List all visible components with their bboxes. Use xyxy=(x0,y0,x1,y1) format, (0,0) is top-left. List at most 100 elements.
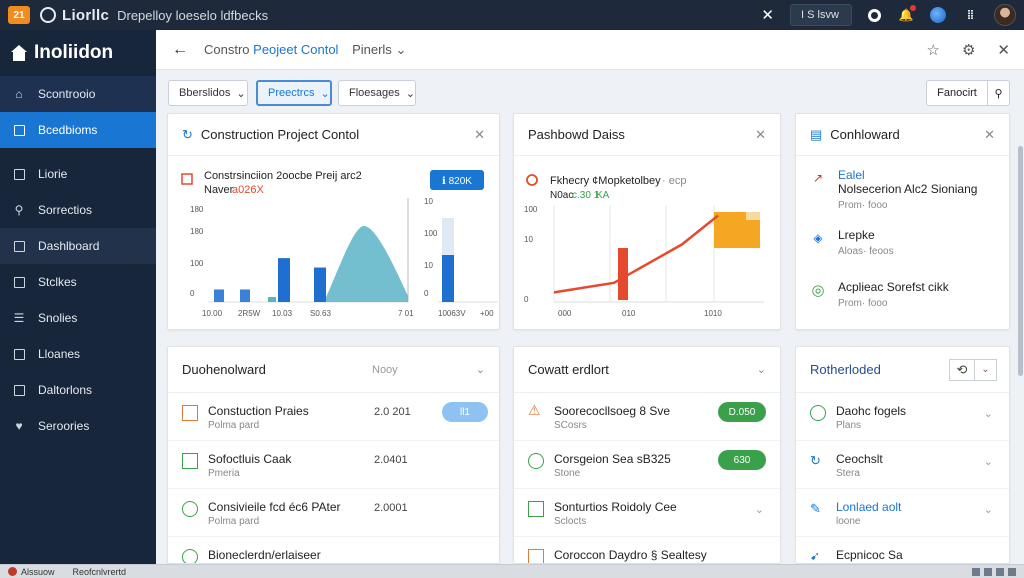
table-row[interactable]: Corsgeion Sea sB325 Stone 630 xyxy=(514,441,780,489)
sidebar-item-stclkes[interactable]: Stclkes xyxy=(0,264,156,300)
close-icon[interactable]: ✕ xyxy=(761,6,774,24)
row-title: Daohc fogels xyxy=(836,404,907,418)
taskbar-item[interactable]: Alssuow xyxy=(21,567,55,577)
chevron-down-icon[interactable]: ⌄ xyxy=(755,503,764,516)
close-icon[interactable]: ✕ xyxy=(474,127,485,143)
chevron-down-icon: ⌄ xyxy=(405,87,415,100)
close-icon[interactable]: ✕ xyxy=(755,127,766,143)
y-tick-label: 100 xyxy=(190,259,204,268)
search-box[interactable]: Fanocirt ⚲ xyxy=(926,80,1010,106)
tray-icon[interactable] xyxy=(972,567,980,576)
notification-bell-icon[interactable]: 🔔 xyxy=(898,5,916,23)
sidebar-item-lloanes[interactable]: Lloanes xyxy=(0,336,156,372)
chevron-down-icon[interactable]: ⌄ xyxy=(984,407,993,420)
taskbar-item[interactable]: Reofcnlvrertd xyxy=(73,567,127,577)
sidebar-item-daltorlons[interactable]: Daltorlons xyxy=(0,372,156,408)
app-brand: Liorllc xyxy=(62,6,110,24)
system-tray xyxy=(968,567,1016,576)
row-title: Bioneclerdn/erlaiseer xyxy=(208,548,321,562)
list-item[interactable]: ↻ Ceochslt Stera ⌄ xyxy=(796,441,1009,489)
breadcrumb-sub[interactable]: Pinerls xyxy=(352,42,392,57)
area-series xyxy=(324,226,408,302)
circle-icon[interactable] xyxy=(866,7,882,23)
scrollbar[interactable] xyxy=(1016,70,1024,564)
value-button-label: ℹ 820K xyxy=(442,176,472,187)
row-value: 2.0401 xyxy=(374,454,408,466)
list-item[interactable]: ✎ Lonlaed aolt loone ⌄ xyxy=(796,489,1009,537)
tray-icon[interactable] xyxy=(984,567,992,576)
search-icon[interactable]: ⚲ xyxy=(987,81,1009,105)
app-badge[interactable]: 21 xyxy=(8,6,30,24)
row-sub: Sclocts xyxy=(554,516,587,527)
sidebar-item-dashboard[interactable]: Dashlboard xyxy=(0,228,156,264)
card-search[interactable]: Nooy xyxy=(372,364,398,376)
back-arrow-icon[interactable]: ← xyxy=(172,41,188,59)
table-row[interactable]: Consivieile fcd éc6 PAter Polma pard 2.0… xyxy=(168,489,499,537)
app-icon[interactable] xyxy=(8,567,17,576)
close-icon[interactable]: ✕ xyxy=(997,41,1010,59)
sidebar-item-snolies[interactable]: ☰ Snolies xyxy=(0,300,156,336)
table-row[interactable]: Sofoctluis Caak Pmeria 2.0401 xyxy=(168,441,499,489)
globe-icon[interactable] xyxy=(930,7,946,23)
chevron-down-icon[interactable]: ⌄ xyxy=(984,503,993,516)
table-row[interactable]: Sonturtios Roidoly Cee Sclocts ⌄ xyxy=(514,489,780,537)
file-icon xyxy=(12,167,26,181)
chevron-down-icon[interactable]: ⌄ xyxy=(975,358,997,381)
list-item[interactable]: ◈ Lrepke Aloas· feoos xyxy=(796,216,1009,268)
sidebar-brand[interactable]: Inoliidon xyxy=(0,30,156,76)
chevron-down-icon[interactable]: ⌄ xyxy=(476,363,485,376)
trend-chart: Fkhecry ¢Mopketolbey · ecp N0ac c.30 1 K… xyxy=(524,174,764,318)
filter-dropdown-2[interactable]: Preectrcs ⌄ xyxy=(256,80,332,106)
list-item[interactable]: ◎ Acplieac Sorefst cikk Prom· fooo xyxy=(796,268,1009,320)
sidebar-item-label: Stclkes xyxy=(38,275,77,289)
y-tick-label: 10 xyxy=(424,197,433,206)
sidebar-item-sorrectios[interactable]: ⚲ Sorrectios xyxy=(0,192,156,228)
status-pill[interactable]: D.050 xyxy=(718,402,766,422)
tray-icon[interactable] xyxy=(996,567,1004,576)
settings-gear-icon[interactable]: ⚙ xyxy=(962,41,975,59)
home-icon: ⌂ xyxy=(15,87,23,101)
sidebar: Inoliidon ⌂ Scontrooio Bcedbioms Liorie … xyxy=(0,30,156,564)
sidebar-item-seroories[interactable]: ♥ Seroories xyxy=(0,408,156,444)
top-search-input[interactable]: I S lsvw xyxy=(790,4,852,26)
chevron-down-icon[interactable]: ⌄ xyxy=(984,455,993,468)
filter-dropdown-1[interactable]: Bberslidos ⌄ xyxy=(168,80,248,106)
list-item[interactable]: Daohc fogels Plans ⌄ xyxy=(796,393,1009,441)
bar-mark xyxy=(214,289,224,302)
bar-mark xyxy=(618,248,628,300)
x-tick-label: 10.00 xyxy=(202,309,223,318)
more-dots-icon[interactable]: ⁞⁞ xyxy=(962,7,978,23)
list-item[interactable]: ↗ Ealel Nolsecerion Alc2 Sioniang Prom· … xyxy=(796,156,1009,211)
refresh-icon[interactable]: ⟲ xyxy=(949,358,975,381)
window-title: Drepelloy loeselo ldfbecks xyxy=(117,7,269,23)
sidebar-item-liorie[interactable]: Liorie xyxy=(0,156,156,192)
list-item[interactable]: ➹ Ecpnicoc Sa xyxy=(796,537,1009,563)
edit-icon: ✎ xyxy=(810,501,821,516)
user-avatar[interactable] xyxy=(994,4,1016,26)
filter-dropdown-3[interactable]: Floesages ⌄ xyxy=(338,80,416,106)
scrollbar-thumb[interactable] xyxy=(1018,146,1023,376)
tray-icon[interactable] xyxy=(1008,567,1016,576)
x-tick-label: 10063V xyxy=(438,309,466,318)
card-duohenolward: Duohenolward Nooy ⌄ Constuction Praies P… xyxy=(167,346,500,564)
table-row[interactable]: Bioneclerdn/erlaiseer xyxy=(168,537,499,563)
user-icon: ⚲ xyxy=(14,203,24,217)
card-header: ↻ Construction Project Contol ✕ xyxy=(168,114,499,156)
row-title: Lonlaed aolt xyxy=(836,500,902,514)
status-pill[interactable]: 630 xyxy=(718,450,766,470)
chevron-down-icon[interactable]: ⌄ xyxy=(395,42,406,57)
table-row[interactable]: Coroccon Daydro § Sealtesy xyxy=(514,537,780,563)
breadcrumb-prefix[interactable]: Constro xyxy=(204,42,250,57)
status-pill[interactable]: ll1 xyxy=(442,402,488,422)
heart-icon: ♥ xyxy=(15,419,23,433)
calendar-icon xyxy=(12,347,26,361)
sidebar-item-bcedbioms[interactable]: Bcedbioms xyxy=(0,112,156,148)
sidebar-item-scontrooio[interactable]: ⌂ Scontrooio xyxy=(0,76,156,112)
table-row[interactable]: ⚠ Soorecocllsoeg 8 Sve SCosrs D.050 xyxy=(514,393,780,441)
row-sub: Polma pard xyxy=(208,420,260,431)
star-icon[interactable]: ☆ xyxy=(927,41,940,59)
table-row[interactable]: Constuction Praies Polma pard 2.0 201 ll… xyxy=(168,393,499,441)
y-tick-label: 0 xyxy=(424,289,429,298)
chevron-down-icon[interactable]: ⌄ xyxy=(757,363,766,376)
close-icon[interactable]: ✕ xyxy=(984,127,995,143)
